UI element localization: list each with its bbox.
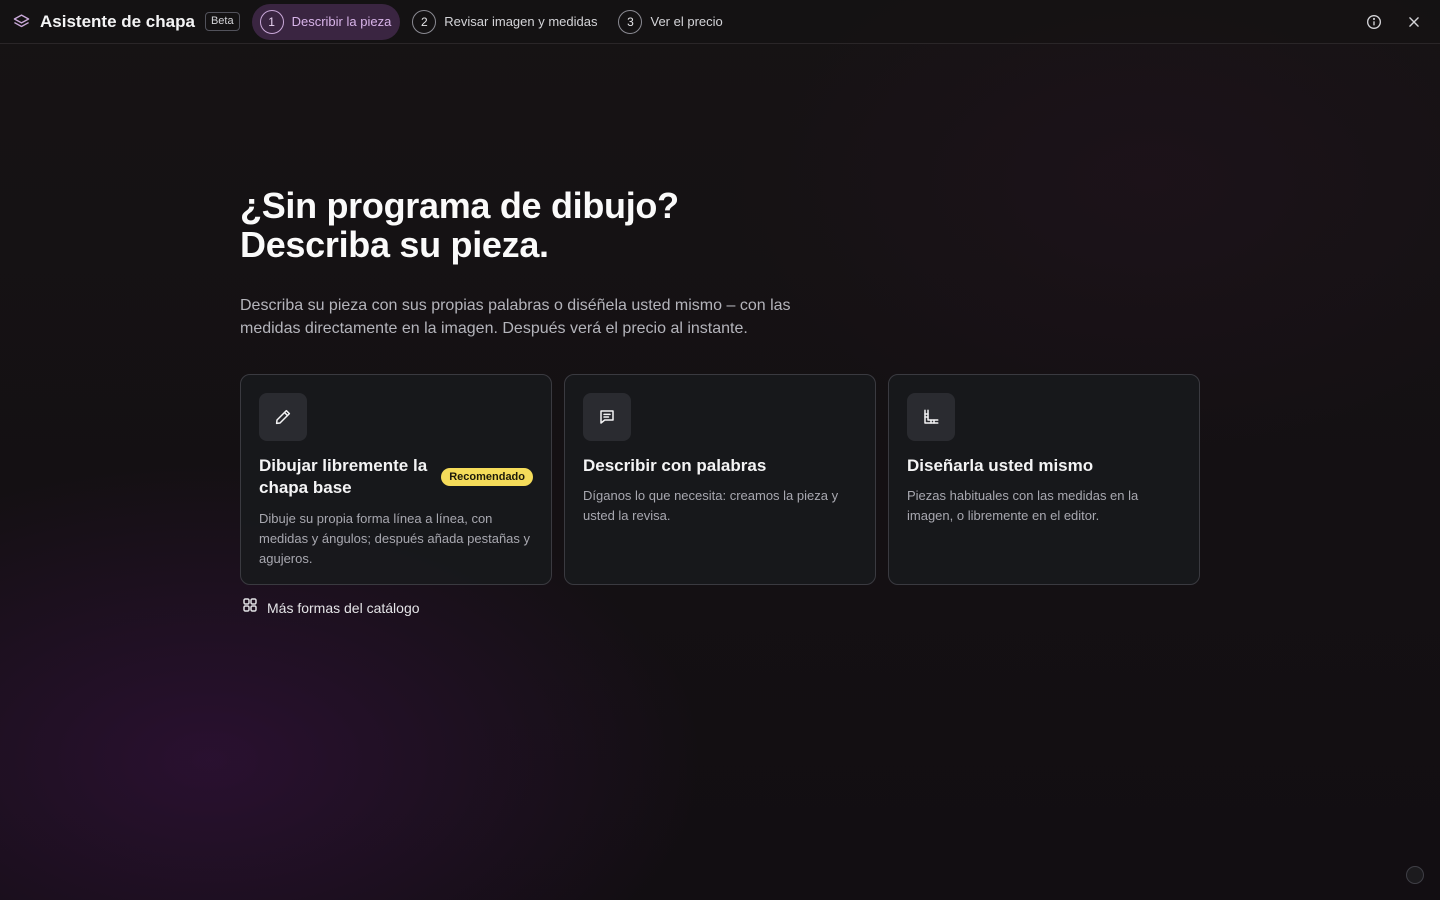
app-title: Asistente de chapa — [40, 11, 195, 31]
page-title: ¿Sin programa de dibujo? Describa su pie… — [240, 186, 840, 264]
step-number: 3 — [618, 9, 643, 34]
card-description: Díganos lo que necesita: creamos la piez… — [583, 488, 839, 523]
recommended-badge: Recomendado — [441, 468, 533, 486]
card-header: Diseñarla usted mismo — [907, 455, 1181, 477]
card-header: Describir con palabras — [583, 455, 857, 477]
step-number: 2 — [412, 9, 437, 34]
top-bar: Asistente de chapa Beta 1 Describir la p… — [0, 0, 1440, 44]
page-title-line1: ¿Sin programa de dibujo? — [240, 185, 679, 226]
card-header: Dibujar libremente la chapa base Recomen… — [259, 455, 533, 499]
card-description: Dibuje su propia forma línea a línea, co… — [259, 511, 531, 566]
card-title: Dibujar libremente la chapa base — [259, 456, 428, 497]
ruler-corner-icon — [907, 393, 955, 441]
option-cards: Dibujar libremente la chapa base Recomen… — [240, 374, 1212, 585]
hero: ¿Sin programa de dibujo? Describa su pie… — [240, 186, 840, 340]
card-describe-words[interactable]: Describir con palabras Díganos lo que ne… — [564, 374, 876, 585]
step-describe[interactable]: 1 Describir la pieza — [251, 3, 401, 40]
step-number: 1 — [259, 9, 284, 34]
step-label: Ver el precio — [650, 14, 723, 29]
step-label: Describir la pieza — [291, 14, 392, 29]
catalog-link[interactable]: Más formas del catálogo — [242, 597, 420, 618]
catalog-link-label: Más formas del catálogo — [267, 599, 420, 616]
close-icon[interactable] — [1402, 10, 1426, 34]
pencil-icon — [259, 393, 307, 441]
step-price[interactable]: 3 Ver el precio — [610, 4, 731, 40]
card-design-yourself[interactable]: Diseñarla usted mismo Piezas habituales … — [888, 374, 1200, 585]
chat-icon — [583, 393, 631, 441]
card-description: Piezas habituales con las medidas en la … — [907, 488, 1139, 523]
info-icon[interactable] — [1362, 10, 1386, 34]
step-review[interactable]: 2 Revisar imagen y medidas — [404, 4, 606, 40]
help-bubble[interactable] — [1406, 866, 1424, 884]
layers-icon — [12, 13, 30, 31]
brand: Asistente de chapa Beta — [12, 12, 240, 32]
grid-icon — [242, 597, 258, 618]
card-title: Diseñarla usted mismo — [907, 456, 1094, 475]
top-actions — [1346, 10, 1426, 34]
card-draw-freely[interactable]: Dibujar libremente la chapa base Recomen… — [240, 374, 552, 585]
beta-badge: Beta — [204, 12, 240, 31]
page-title-line2: Describa su pieza. — [240, 224, 549, 265]
page-subtitle: Describa su pieza con sus propias palabr… — [240, 297, 791, 337]
card-title: Describir con palabras — [583, 456, 767, 475]
step-label: Revisar imagen y medidas — [444, 14, 598, 29]
stepper: 1 Describir la pieza 2 Revisar imagen y … — [251, 3, 736, 40]
